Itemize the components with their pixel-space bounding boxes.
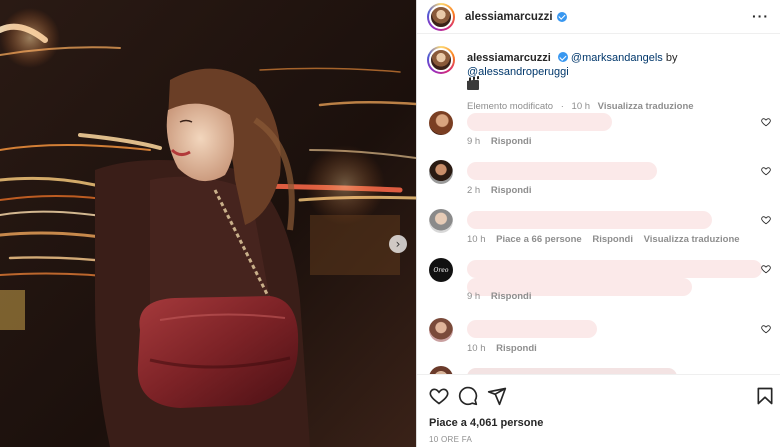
comment-time: 10 h <box>467 343 486 354</box>
comment-text-redacted <box>467 211 712 229</box>
commenter-avatar[interactable] <box>429 366 453 374</box>
comment-item <box>427 366 777 374</box>
comments-list[interactable]: alessiamarcuzzi @marksandangels by @ales… <box>417 34 780 374</box>
comment-item: 10 h Piace a 66 persone Rispondi Visuali… <box>427 209 777 255</box>
caption-mention-marksandangels[interactable]: @marksandangels <box>571 52 663 64</box>
commenter-avatar[interactable] <box>429 160 453 184</box>
comment-meta: 10 h Rispondi <box>467 343 537 354</box>
post-side-panel: alessiamarcuzzi ··· alessiamarcuzzi @mar… <box>416 0 780 447</box>
heart-icon[interactable] <box>761 117 771 127</box>
comment-text-redacted <box>467 113 612 131</box>
comment-time: 10 h <box>467 234 486 245</box>
commenter-avatar[interactable] <box>429 111 453 135</box>
comment-translate-link[interactable]: Visualizza traduzione <box>644 234 740 245</box>
comment-text-redacted <box>467 320 597 338</box>
caption-by-text: by <box>665 52 678 64</box>
comment-text-redacted <box>467 260 762 278</box>
post-action-bar: Piace a 4,061 persone 10 ORE FA <box>417 374 780 447</box>
comment-item: 9 h Rispondi <box>427 111 777 157</box>
comment-reply-button[interactable]: Rispondi <box>496 343 537 354</box>
comment-meta: 10 h Piace a 66 persone Rispondi Visuali… <box>467 234 740 245</box>
caption-mention-alessandroperuggi[interactable]: @alessandroperuggi <box>467 66 569 78</box>
comment-item: 2 h Rispondi <box>427 160 777 206</box>
share-icon[interactable] <box>487 386 507 406</box>
post-time-ago: 10 ORE FA <box>429 435 473 444</box>
comment-reply-button[interactable]: Rispondi <box>491 136 532 147</box>
bookmark-icon[interactable] <box>755 386 775 406</box>
heart-icon[interactable] <box>761 215 771 225</box>
comment-meta: 2 h Rispondi <box>467 185 532 196</box>
heart-icon[interactable] <box>429 386 449 406</box>
comment-icon[interactable] <box>458 386 478 406</box>
commenter-avatar[interactable] <box>429 209 453 233</box>
comment-time: 9 h <box>467 136 481 147</box>
chevron-right-icon: › <box>395 237 401 251</box>
caption-avatar[interactable] <box>427 46 455 74</box>
comment-meta: 9 h Rispondi <box>467 136 532 147</box>
commenter-avatar[interactable]: Oreo <box>429 258 453 282</box>
more-options-icon[interactable]: ··· <box>752 8 769 24</box>
comment-meta: 9 h Rispondi <box>467 291 532 302</box>
comment-reply-button[interactable]: Rispondi <box>491 185 532 196</box>
author-username[interactable]: alessiamarcuzzi <box>465 11 553 23</box>
comment-reply-button[interactable]: Rispondi <box>592 234 633 245</box>
verified-badge-icon <box>556 11 567 22</box>
heart-icon[interactable] <box>761 264 771 274</box>
comment-item: 10 h Rispondi <box>427 318 777 364</box>
author-avatar[interactable] <box>427 2 455 31</box>
post-header: alessiamarcuzzi ··· <box>417 0 780 34</box>
next-photo-button[interactable]: › <box>389 235 407 253</box>
post-photo-image <box>0 0 416 447</box>
commenter-avatar[interactable] <box>429 318 453 342</box>
verified-badge-icon <box>557 52 568 62</box>
heart-icon[interactable] <box>761 324 771 334</box>
comment-item: Oreo 9 h Rispondi <box>427 258 777 304</box>
post-photo[interactable]: › <box>0 0 416 447</box>
comment-likes-count[interactable]: Piace a 66 persone <box>496 234 582 245</box>
heart-icon[interactable] <box>761 166 771 176</box>
comment-time: 9 h <box>467 291 481 302</box>
likes-total[interactable]: Piace a 4,061 persone <box>429 417 543 429</box>
caption-username[interactable]: alessiamarcuzzi <box>467 52 551 64</box>
clapperboard-icon <box>467 80 479 90</box>
comment-reply-button[interactable]: Rispondi <box>491 291 532 302</box>
comment-text-redacted <box>467 162 657 180</box>
comment-time: 2 h <box>467 185 481 196</box>
